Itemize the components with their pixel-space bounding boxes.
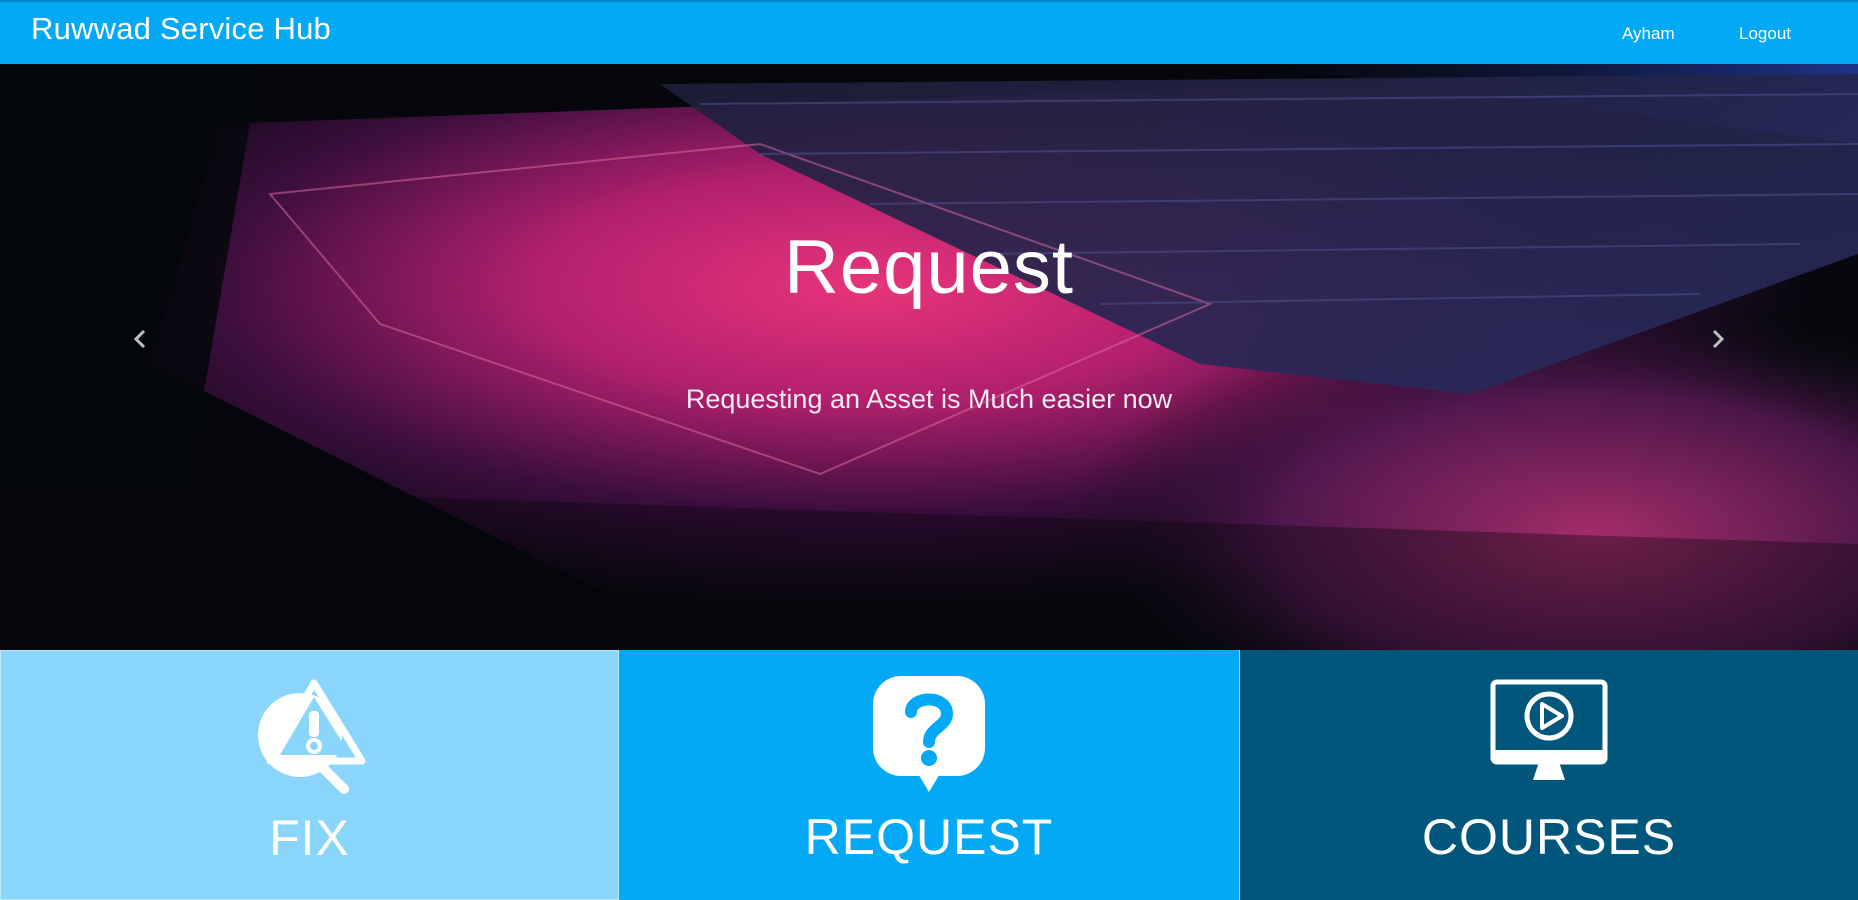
question-bubble-icon: [873, 676, 985, 792]
courses-tile-label: COURSES: [1421, 809, 1677, 865]
chevron-right-icon: [1712, 329, 1725, 349]
courses-tile[interactable]: COURSES: [1239, 650, 1858, 900]
carousel-slide-caption: Requesting an Asset is Much easier now: [685, 384, 1173, 414]
hero-carousel: Request Requesting an Asset is Much easi…: [0, 64, 1858, 650]
request-tile[interactable]: REQUEST: [619, 650, 1239, 900]
logout-link[interactable]: Logout: [1739, 24, 1791, 44]
laptop-background-image: [0, 64, 1858, 650]
fix-tile-label: FIX: [269, 810, 350, 866]
fix-tile[interactable]: FIX: [0, 650, 619, 900]
request-tile-label: REQUEST: [804, 809, 1054, 865]
carousel-next-button[interactable]: [1688, 304, 1748, 374]
service-tiles: FIX REQUEST COURSES: [0, 650, 1858, 900]
warning-search-icon: [257, 679, 365, 794]
top-navbar: Ruwwad Service Hub Ayham Logout: [0, 0, 1858, 64]
chevron-left-icon: [133, 329, 146, 349]
carousel-slide-title: Request: [783, 225, 1075, 310]
user-menu-link[interactable]: Ayham: [1622, 24, 1675, 44]
video-monitor-icon: [1490, 679, 1608, 780]
brand-link[interactable]: Ruwwad Service Hub: [31, 11, 331, 47]
carousel-prev-button[interactable]: [110, 304, 170, 374]
